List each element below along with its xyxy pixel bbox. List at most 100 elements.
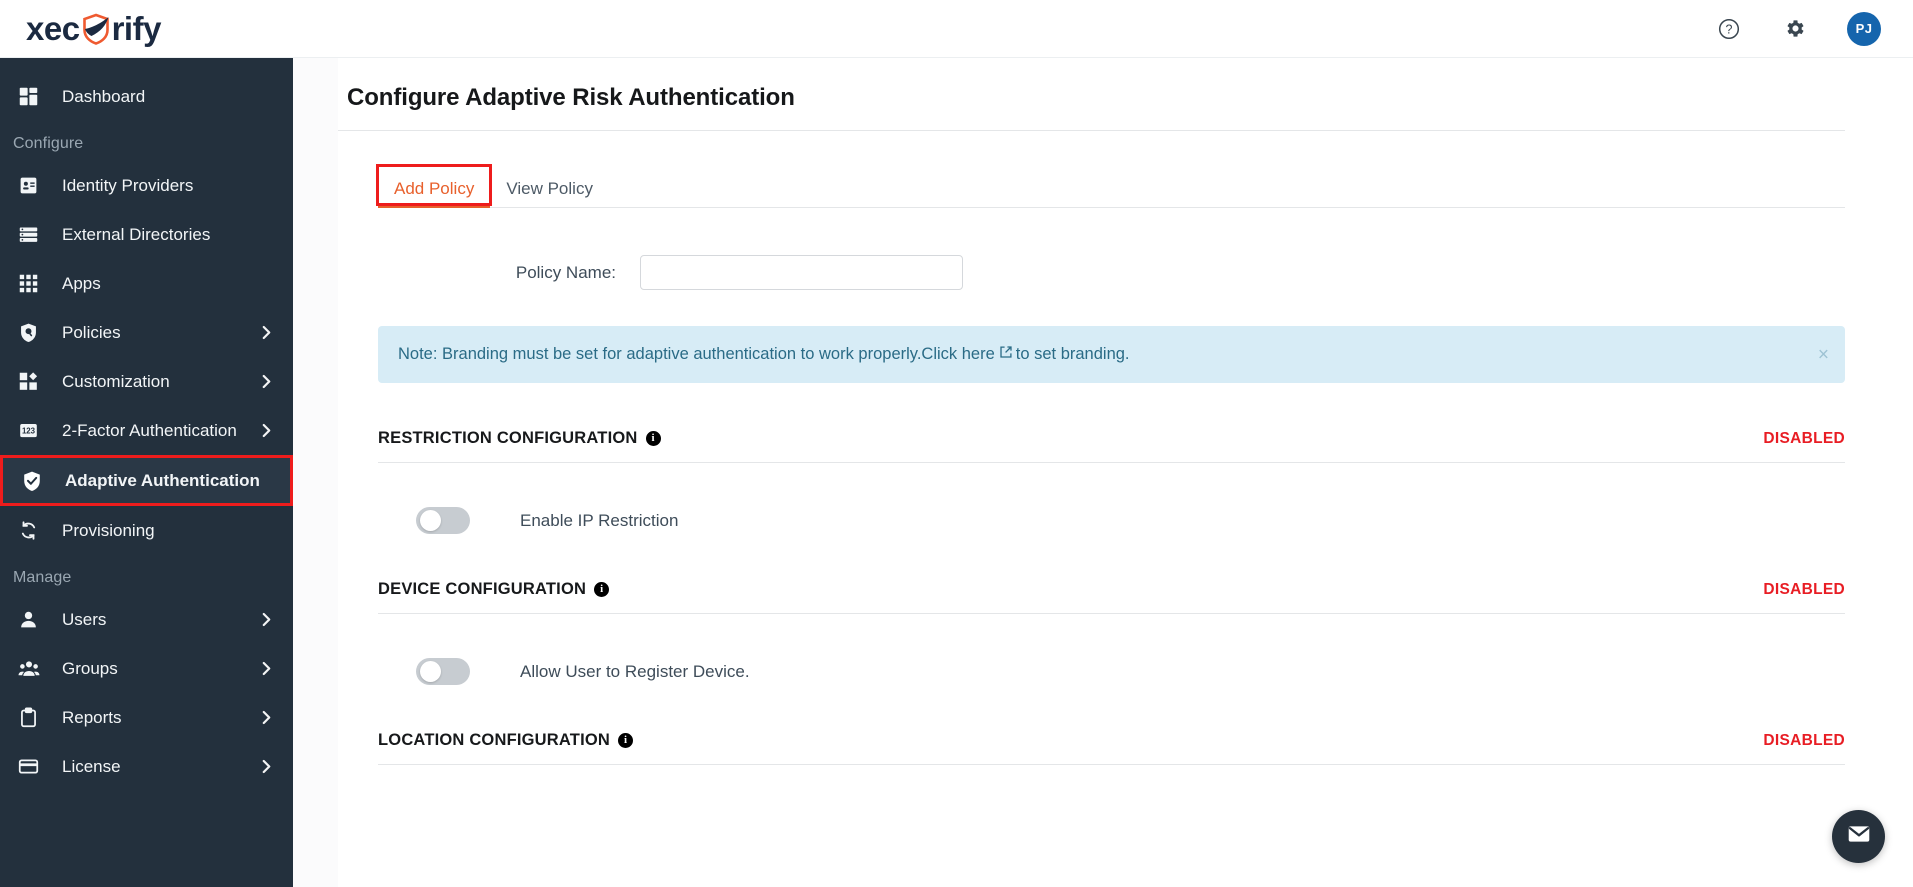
sidebar-item-label: Users	[62, 609, 107, 629]
help-circle-icon[interactable]: ?	[1715, 15, 1743, 43]
app-root: xec rify ? PJ Dashboard Configure Identi…	[0, 0, 1913, 887]
sidebar-item-users[interactable]: Users	[0, 595, 293, 644]
section-restriction-configuration: RESTRICTION CONFIGURATION i DISABLED Ena…	[378, 383, 1845, 534]
logo-text: xec rify	[26, 10, 161, 48]
section-title: DEVICE CONFIGURATION	[378, 580, 587, 598]
sidebar-item-label: Reports	[62, 707, 122, 727]
logo-text-part2: rify	[111, 9, 162, 47]
body-wrapper: Dashboard Configure Identity Providers E…	[0, 58, 1913, 887]
chevron-right-icon	[259, 374, 273, 389]
section-location-configuration: LOCATION CONFIGURATION i DISABLED	[378, 685, 1845, 765]
toggle-row: Allow User to Register Device.	[378, 614, 1845, 685]
sidebar-item-reports[interactable]: Reports	[0, 693, 293, 742]
sidebar-item-label: Groups	[62, 658, 118, 678]
external-link-icon[interactable]	[999, 345, 1013, 364]
server-list-icon	[18, 223, 48, 247]
sidebar-item-external-directories[interactable]: External Directories	[0, 210, 293, 259]
logo-text-part1: xec	[26, 9, 80, 47]
note-click-here-link[interactable]: Click here	[921, 345, 994, 364]
shield-icon	[79, 12, 113, 46]
main-content: Configure Adaptive Risk Authentication A…	[293, 58, 1913, 887]
sidebar-item-label: Customization	[62, 371, 170, 391]
info-icon[interactable]: i	[594, 582, 610, 597]
sidebar-item-provisioning[interactable]: Provisioning	[0, 506, 293, 555]
toggle-row: Enable IP Restriction	[378, 463, 1845, 534]
note-text-before: Note: Branding must be set for adaptive …	[398, 345, 922, 363]
brand-logo[interactable]: xec rify	[0, 0, 293, 57]
status-badge: DISABLED	[1763, 731, 1845, 749]
customization-puzzle-icon	[18, 370, 48, 394]
status-badge: DISABLED	[1763, 429, 1845, 447]
sidebar-item-license[interactable]: License	[0, 742, 293, 791]
section-title: LOCATION CONFIGURATION	[378, 731, 611, 749]
policy-shield-search-icon	[18, 321, 48, 345]
policy-name-input[interactable]	[640, 255, 963, 290]
sidebar-item-label: 2-Factor Authentication	[62, 420, 237, 440]
tab-add-policy[interactable]: Add Policy	[376, 164, 493, 208]
content-scroll-area[interactable]: Configure Adaptive Risk Authentication A…	[338, 58, 1913, 887]
section-title: RESTRICTION CONFIGURATION	[378, 429, 638, 447]
policy-name-label: Policy Name:	[515, 262, 616, 282]
sidebar-section-configure: Configure	[13, 135, 84, 152]
sync-arrows-icon	[18, 519, 48, 543]
sidebar-item-label: Dashboard	[62, 86, 146, 106]
sidebar-item-apps[interactable]: Apps	[0, 259, 293, 308]
info-icon[interactable]: i	[645, 431, 661, 446]
sidebar-item-label: Provisioning	[62, 520, 155, 540]
tab-bar: Add Policy View Policy	[376, 164, 1845, 208]
note-close-icon[interactable]: ×	[1818, 345, 1829, 364]
sidebar: Dashboard Configure Identity Providers E…	[0, 58, 293, 887]
toggle-label: Allow User to Register Device.	[520, 661, 750, 681]
sidebar-item-groups[interactable]: Groups	[0, 644, 293, 693]
policy-name-row: Policy Name:	[378, 255, 1845, 326]
toggle-knob	[420, 510, 441, 531]
sidebar-item-dashboard[interactable]: Dashboard	[0, 72, 293, 121]
sidebar-item-label: Adaptive Authentication	[65, 470, 260, 490]
sidebar-item-label: Identity Providers	[62, 175, 194, 195]
gear-icon[interactable]	[1781, 15, 1809, 43]
chevron-right-icon	[259, 710, 273, 725]
sidebar-item-label: Policies	[62, 322, 121, 342]
enable-ip-restriction-toggle[interactable]	[416, 507, 470, 534]
main-inner: Configure Adaptive Risk Authentication A…	[338, 58, 1913, 887]
page-title: Configure Adaptive Risk Authentication	[347, 84, 795, 111]
toggle-label: Enable IP Restriction	[520, 510, 679, 530]
note-text-after: to set branding.	[1015, 345, 1130, 363]
sidebar-item-policies[interactable]: Policies	[0, 308, 293, 357]
sidebar-item-label: License	[62, 756, 121, 776]
info-icon[interactable]: i	[618, 733, 634, 748]
sidebar-item-2-factor-authentication[interactable]: 123 2-Factor Authentication	[0, 406, 293, 455]
chevron-right-icon	[259, 759, 273, 774]
allow-user-register-device-toggle[interactable]	[416, 658, 470, 685]
credit-card-icon	[18, 755, 48, 779]
dashboard-grid-icon	[18, 85, 48, 109]
chevron-right-icon	[259, 612, 273, 627]
tab-active-underline	[378, 205, 491, 208]
user-icon	[18, 608, 48, 632]
toggle-knob	[420, 661, 441, 682]
email-envelope-icon	[1846, 821, 1872, 852]
svg-text:?: ?	[1726, 22, 1733, 36]
sidebar-section-manage: Manage	[13, 569, 72, 586]
tab-label: Add Policy	[394, 179, 475, 198]
section-device-configuration: DEVICE CONFIGURATION i DISABLED Allow Us…	[378, 534, 1845, 685]
section-header: DEVICE CONFIGURATION i DISABLED	[378, 534, 1845, 614]
sidebar-item-adaptive-authentication[interactable]: Adaptive Authentication	[0, 455, 293, 506]
status-badge: DISABLED	[1763, 580, 1845, 598]
svg-text:123: 123	[22, 427, 36, 436]
tab-label: View Policy	[506, 179, 593, 198]
topbar-actions: ? PJ	[1715, 11, 1913, 46]
sidebar-item-identity-providers[interactable]: Identity Providers	[0, 161, 293, 210]
id-card-icon	[18, 174, 48, 198]
branding-note-banner: Note: Branding must be set for adaptive …	[378, 326, 1845, 383]
chevron-right-icon	[259, 423, 273, 438]
tab-view-policy[interactable]: View Policy	[490, 180, 609, 207]
clipboard-icon	[18, 706, 48, 730]
chat-support-button[interactable]	[1832, 810, 1885, 863]
sidebar-item-customization[interactable]: Customization	[0, 357, 293, 406]
chevron-right-icon	[259, 325, 273, 340]
avatar[interactable]: PJ	[1847, 11, 1881, 46]
sidebar-item-label: Apps	[62, 273, 101, 293]
section-header: LOCATION CONFIGURATION i DISABLED	[378, 685, 1845, 765]
main-left-gutter	[293, 58, 338, 887]
